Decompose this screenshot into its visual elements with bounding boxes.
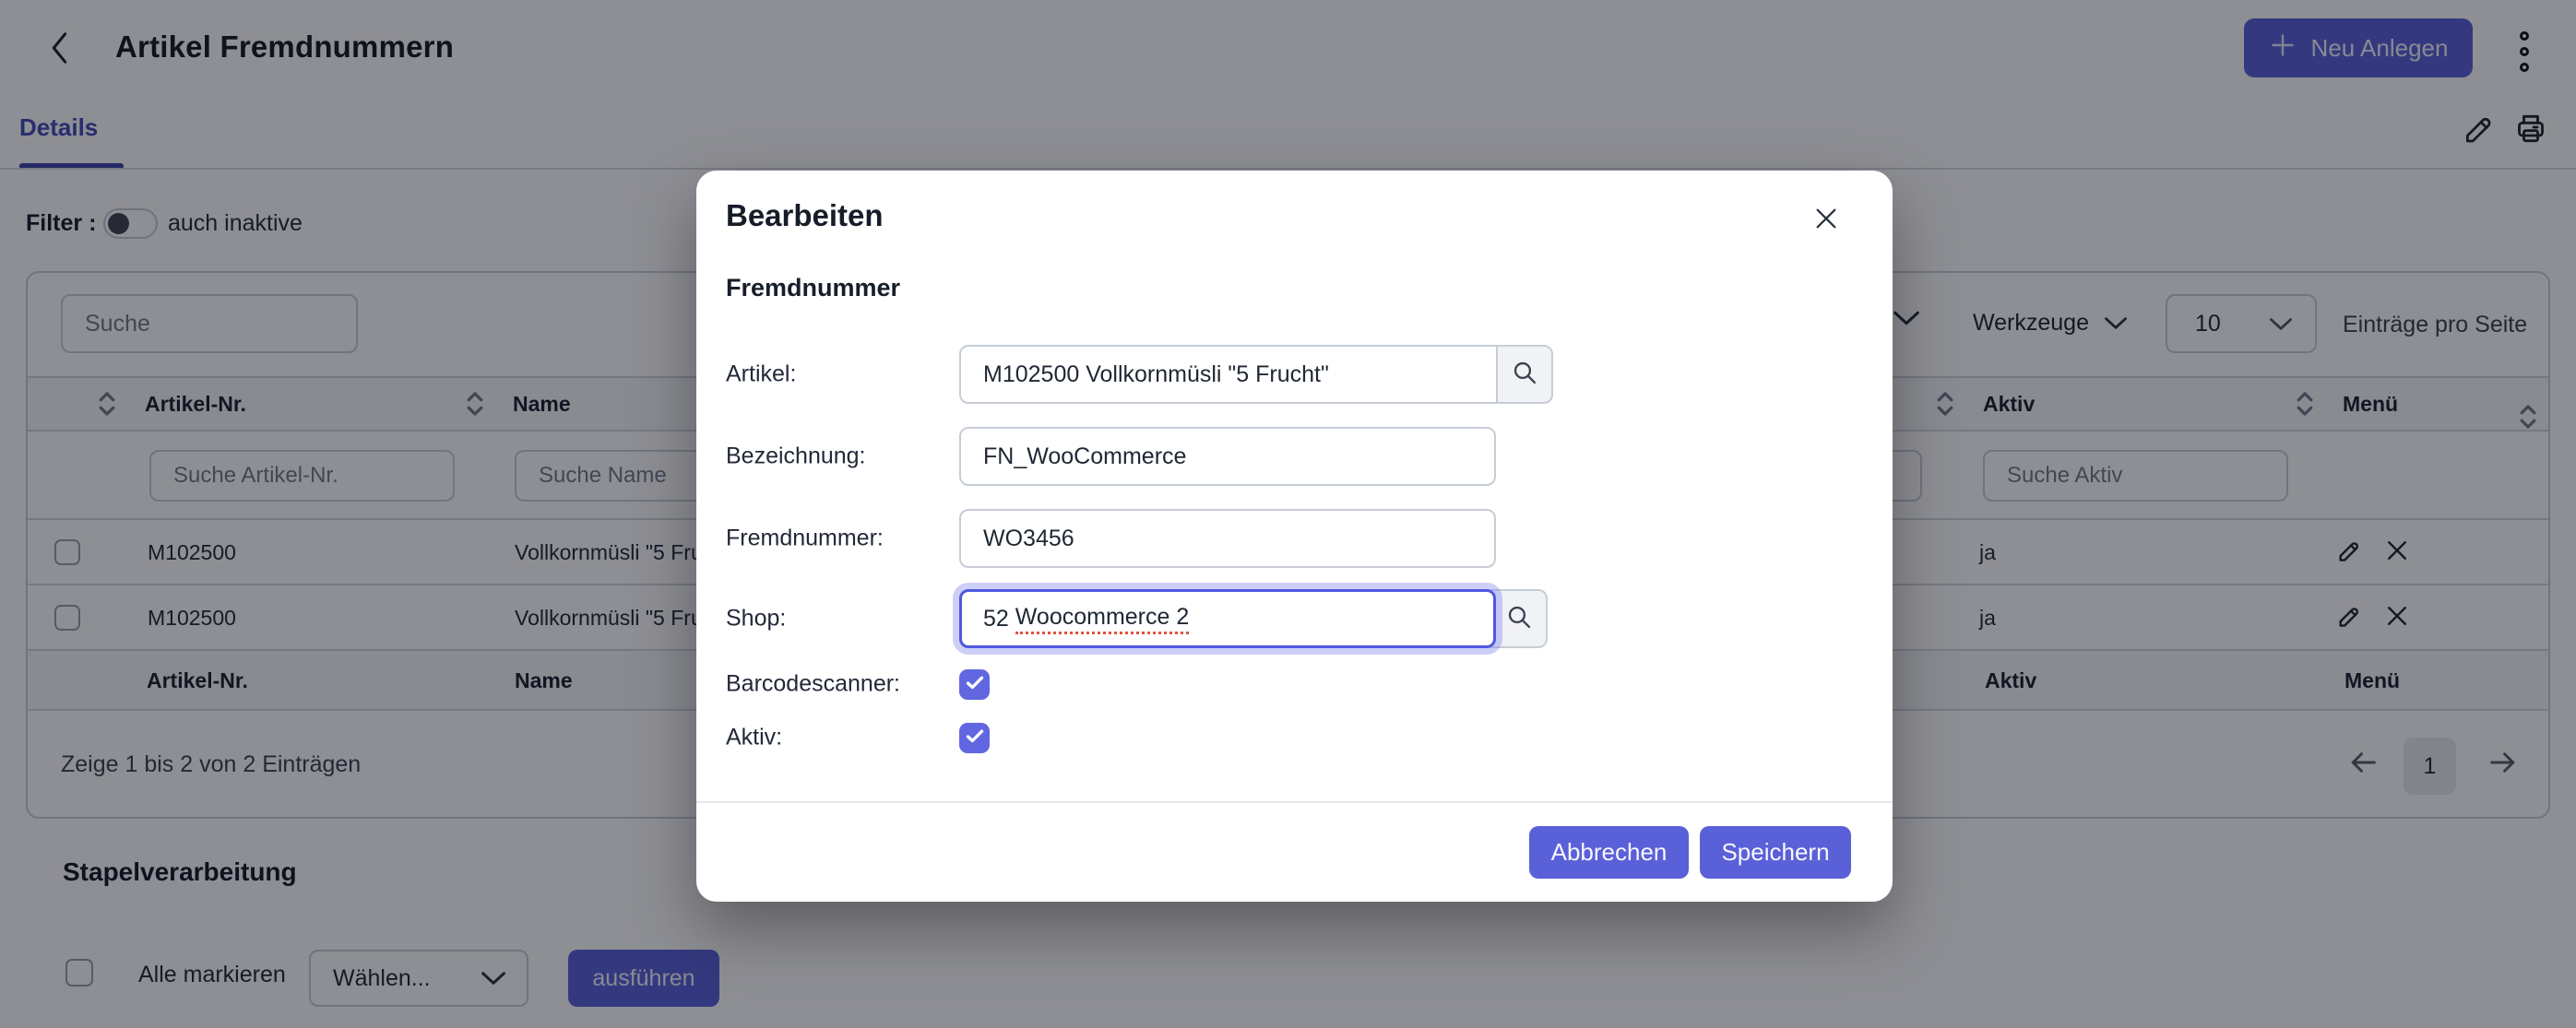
close-icon — [1811, 204, 1841, 238]
shop-value-misspelled: Woocommerce 2 — [1015, 604, 1190, 634]
field-row-bezeichnung: Bezeichnung: — [696, 427, 1893, 486]
magnifier-icon — [1505, 603, 1533, 635]
check-icon — [966, 675, 984, 695]
aktiv-label: Aktiv: — [726, 725, 782, 751]
edit-modal: Bearbeiten Fremdnummer Artikel: Bezeichn… — [696, 171, 1893, 902]
modal-subtitle: Fremdnummer — [726, 274, 900, 302]
bezeichnung-input[interactable] — [959, 427, 1496, 486]
field-row-shop: Shop: 52 Woocommerce 2 — [696, 589, 1893, 648]
aktiv-checkbox[interactable] — [959, 723, 990, 753]
shop-label: Shop: — [726, 606, 786, 632]
modal-close-button[interactable] — [1806, 200, 1846, 241]
page: Artikel Fremdnummern Neu Anlegen Details… — [0, 0, 2576, 1028]
barcodescanner-label: Barcodescanner: — [726, 671, 900, 698]
field-row-fremdnummer: Fremdnummer: — [696, 509, 1893, 568]
magnifier-icon — [1511, 359, 1538, 391]
bezeichnung-label: Bezeichnung: — [726, 443, 866, 470]
check-icon — [966, 728, 984, 749]
shop-input[interactable]: 52 Woocommerce 2 — [959, 589, 1496, 648]
artikel-label: Artikel: — [726, 361, 796, 388]
save-button[interactable]: Speichern — [1700, 826, 1851, 879]
artikel-search-button[interactable] — [1496, 345, 1553, 404]
cancel-button[interactable]: Abbrechen — [1529, 826, 1689, 879]
shop-search-button[interactable] — [1490, 589, 1548, 648]
field-row-artikel: Artikel: — [696, 345, 1893, 404]
modal-title: Bearbeiten — [726, 198, 884, 233]
barcodescanner-checkbox[interactable] — [959, 669, 990, 700]
shop-value-prefix: 52 — [983, 606, 1015, 632]
fremdnummer-label: Fremdnummer: — [726, 526, 884, 552]
modal-footer-divider — [696, 801, 1893, 803]
fremdnummer-input[interactable] — [959, 509, 1496, 568]
artikel-input[interactable] — [959, 345, 1496, 404]
